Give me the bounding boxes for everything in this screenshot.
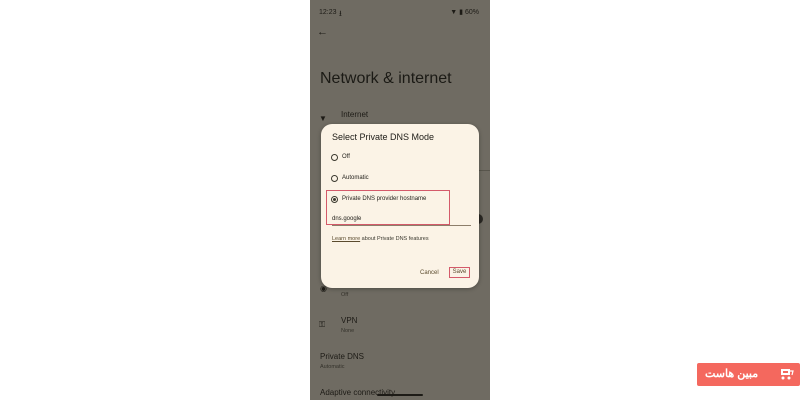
- radio-off[interactable]: [331, 154, 338, 161]
- page-title: Network & internet: [320, 70, 452, 87]
- option-hostname-label[interactable]: Private DNS provider hostname: [342, 196, 426, 202]
- battery-level: 60%: [464, 8, 479, 16]
- cancel-button[interactable]: Cancel: [420, 270, 439, 276]
- option-automatic-label[interactable]: Automatic: [342, 175, 369, 181]
- wifi-icon: ▼: [450, 8, 458, 16]
- learn-more-link[interactable]: Learn more: [332, 236, 360, 242]
- download-icon: ⭳: [339, 9, 342, 18]
- save-button[interactable]: Save: [449, 267, 470, 278]
- radio-automatic[interactable]: [331, 175, 338, 182]
- server-cart-icon: [781, 369, 794, 380]
- status-bar: 12:23 ⭳ ▼ ▮ 60%: [310, 0, 490, 24]
- learn-more-text: Learn more about Private DNS features: [332, 236, 429, 242]
- wifi-icon: ▼: [319, 114, 327, 123]
- hotspot-row-sub: Off: [341, 292, 349, 298]
- battery-icon: ▮: [459, 9, 463, 16]
- private-dns-row-sub: Automatic: [320, 364, 345, 370]
- vpn-row-title[interactable]: VPN: [341, 316, 357, 325]
- vpn-row-sub: None: [341, 328, 355, 334]
- option-off-label[interactable]: Off: [342, 154, 350, 160]
- internet-row-title[interactable]: Internet: [341, 110, 368, 119]
- private-dns-dialog: Select Private DNS Mode Off Automatic Pr…: [321, 124, 479, 288]
- navigation-handle[interactable]: [377, 394, 423, 396]
- vpn-key-icon: ⚿: [319, 320, 326, 329]
- status-time: 12:23: [319, 9, 337, 16]
- dialog-title: Select Private DNS Mode: [332, 132, 435, 142]
- private-dns-row-title[interactable]: Private DNS: [320, 352, 364, 361]
- back-arrow-icon[interactable]: ←: [317, 26, 328, 38]
- learn-more-rest: about Private DNS features: [360, 236, 429, 242]
- radio-hostname[interactable]: [331, 196, 338, 203]
- hostname-input[interactable]: dns.google: [332, 216, 471, 226]
- watermark-logo: مبین هاست: [697, 363, 800, 386]
- watermark-text: مبین هاست: [705, 368, 759, 380]
